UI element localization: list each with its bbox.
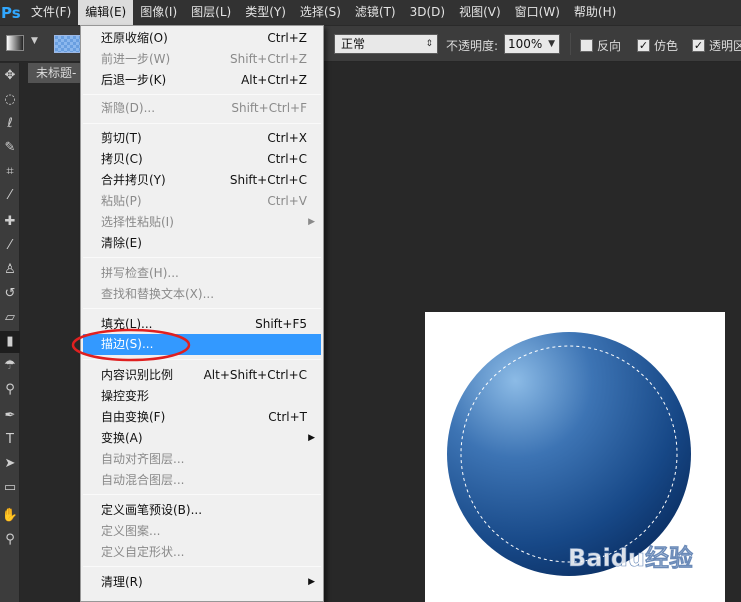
menu-separator bbox=[83, 494, 321, 495]
menu-item-step-backward[interactable]: 后退一步(K) Alt+Ctrl+Z bbox=[83, 70, 321, 91]
crop-tool-icon[interactable]: ⌗ bbox=[0, 161, 20, 183]
edit-menu-dropdown: 还原收缩(O) Ctrl+Z 前进一步(W) Shift+Ctrl+Z 后退一步(K… bbox=[80, 25, 324, 602]
menu-item-paste-special: 选择性粘贴(I) ▶ bbox=[83, 212, 321, 233]
brush-tool-icon[interactable]: ⁄ bbox=[0, 235, 20, 257]
menu-item-free-transform[interactable]: 自由变换(F) Ctrl+T bbox=[83, 407, 321, 428]
menu-item-check-spelling: 拼写检查(H)... bbox=[101, 266, 179, 280]
marquee-tool-icon[interactable]: ◌ bbox=[0, 89, 20, 111]
menu-separator bbox=[83, 257, 321, 258]
divider bbox=[570, 33, 571, 55]
menu-window[interactable]: 窗口(W) bbox=[508, 0, 567, 25]
transparency-label: 透明区 bbox=[709, 39, 741, 53]
menu-item-transform[interactable]: 变换(A) ▶ bbox=[83, 428, 321, 449]
menu-help[interactable]: 帮助(H) bbox=[567, 0, 623, 25]
menu-item-copy[interactable]: 拷贝(C) Ctrl+C bbox=[83, 149, 321, 170]
menu-item-puppet-warp[interactable]: 操控变形 bbox=[83, 386, 321, 407]
gradient-tool-icon[interactable]: ▮ bbox=[0, 331, 20, 353]
shape-tool-icon[interactable]: ▭ bbox=[0, 477, 20, 499]
submenu-arrow-icon: ▶ bbox=[308, 217, 315, 227]
document-tab[interactable]: 未标题- bbox=[28, 63, 88, 83]
hand-tool-icon[interactable]: ✋ bbox=[0, 505, 20, 527]
lasso-tool-icon[interactable]: ℓ bbox=[0, 113, 20, 135]
menu-separator bbox=[83, 123, 321, 124]
menu-item-auto-blend-layers: 自动混合图层... bbox=[101, 473, 185, 487]
menu-separator bbox=[83, 94, 321, 95]
eraser-tool-icon[interactable]: ▱ bbox=[0, 307, 20, 329]
pen-tool-icon[interactable]: ✒ bbox=[0, 405, 20, 427]
dither-checkbox[interactable]: ✓ 仿色 bbox=[637, 37, 678, 54]
menu-item-purge[interactable]: 清理(R) ▶ bbox=[83, 572, 321, 593]
zoom-tool-icon[interactable]: ⚲ bbox=[0, 529, 20, 551]
menu-item-define-custom-shape: 定义自定形状... bbox=[101, 545, 185, 559]
transparency-checkbox[interactable]: ✓ 透明区 bbox=[692, 37, 741, 54]
menu-item-clear[interactable]: 清除(E) bbox=[83, 233, 321, 254]
menu-item-paste: 粘贴(P) Ctrl+V bbox=[101, 194, 307, 208]
menu-separator bbox=[83, 566, 321, 567]
chevron-down-icon[interactable]: ▼ bbox=[31, 36, 38, 46]
updown-arrow-icon: ⇕ bbox=[425, 39, 433, 49]
clone-stamp-tool-icon[interactable]: ♙ bbox=[0, 259, 20, 281]
move-tool-icon[interactable]: ✥ bbox=[0, 65, 20, 87]
menu-item-define-pattern: 定义图案... bbox=[101, 524, 161, 538]
blur-tool-icon[interactable]: ☂ bbox=[0, 355, 20, 377]
menu-filter[interactable]: 滤镜(T) bbox=[348, 0, 403, 25]
baidu-watermark: Baidu经验 bbox=[568, 536, 728, 580]
blend-mode-value: 正常 bbox=[341, 37, 366, 51]
svg-text:Baidu经验: Baidu经验 bbox=[568, 544, 693, 572]
menu-item-find-replace: 查找和替换文本(X)... bbox=[101, 287, 215, 301]
path-selection-tool-icon[interactable]: ➤ bbox=[0, 453, 20, 475]
gradient-swatch[interactable] bbox=[54, 35, 82, 53]
menu-item-define-brush[interactable]: 定义画笔预设(B)... bbox=[83, 500, 321, 521]
menu-item-copy-merged[interactable]: 合并拷贝(Y) Shift+Ctrl+C bbox=[83, 170, 321, 191]
chevron-down-icon[interactable]: ▼ bbox=[548, 35, 555, 53]
dodge-tool-icon[interactable]: ⚲ bbox=[0, 379, 20, 401]
checkmark-icon[interactable]: ✓ bbox=[637, 39, 650, 52]
opacity-field[interactable]: 100% ▼ bbox=[504, 34, 560, 54]
menu-item-step-forward: 前进一步(W) Shift+Ctrl+Z bbox=[101, 52, 307, 66]
menu-item-undo[interactable]: 还原收缩(O) Ctrl+Z bbox=[83, 28, 321, 49]
menu-item-content-aware-scale[interactable]: 内容识别比例 Alt+Shift+Ctrl+C bbox=[83, 365, 321, 386]
menu-layer[interactable]: 图层(L) bbox=[184, 0, 238, 25]
photoshop-logo: Ps bbox=[1, 3, 21, 22]
menu-item-cut[interactable]: 剪切(T) Ctrl+X bbox=[83, 128, 321, 149]
opacity-value: 100% bbox=[508, 37, 543, 51]
checkmark-icon[interactable]: ✓ bbox=[692, 39, 705, 52]
tool-preset-picker[interactable] bbox=[6, 35, 24, 51]
opacity-label: 不透明度: bbox=[446, 39, 499, 53]
history-brush-tool-icon[interactable]: ↺ bbox=[0, 283, 20, 305]
reverse-label: 反向 bbox=[597, 39, 622, 53]
dither-label: 仿色 bbox=[654, 39, 679, 53]
menu-select[interactable]: 选择(S) bbox=[293, 0, 348, 25]
menu-view[interactable]: 视图(V) bbox=[452, 0, 508, 25]
eyedropper-tool-icon[interactable]: ⁄ bbox=[0, 185, 20, 207]
menu-item-fade: 渐隐(D)... Shift+Ctrl+F bbox=[101, 101, 307, 115]
menu-item-auto-align-layers: 自动对齐图层... bbox=[101, 452, 185, 466]
menu-image[interactable]: 图像(I) bbox=[133, 0, 184, 25]
healing-brush-tool-icon[interactable]: ✚ bbox=[0, 211, 20, 233]
type-tool-icon[interactable]: T bbox=[0, 429, 20, 451]
menu-separator bbox=[83, 308, 321, 309]
menu-3d[interactable]: 3D(D) bbox=[403, 0, 452, 25]
red-highlight-ellipse bbox=[71, 328, 191, 362]
submenu-arrow-icon: ▶ bbox=[308, 433, 315, 443]
reverse-checkbox[interactable]: 反向 bbox=[580, 37, 621, 54]
checkbox-box[interactable] bbox=[580, 39, 593, 52]
quick-select-tool-icon[interactable]: ✎ bbox=[0, 137, 20, 159]
blend-mode-select[interactable]: 正常 ⇕ bbox=[334, 34, 438, 54]
menu-file[interactable]: 文件(F) bbox=[24, 0, 78, 25]
menu-bar: Ps 文件(F) 编辑(E) 图像(I) 图层(L) 类型(Y) 选择(S) 滤… bbox=[0, 0, 741, 25]
menu-type[interactable]: 类型(Y) bbox=[238, 0, 293, 25]
submenu-arrow-icon: ▶ bbox=[308, 577, 315, 587]
menu-edit[interactable]: 编辑(E) bbox=[78, 0, 134, 25]
tools-panel: ✥ ◌ ℓ ✎ ⌗ ⁄ ✚ ⁄ ♙ ↺ ▱ ▮ ☂ ⚲ ✒ T ➤ ▭ ✋ ⚲ bbox=[0, 63, 20, 602]
